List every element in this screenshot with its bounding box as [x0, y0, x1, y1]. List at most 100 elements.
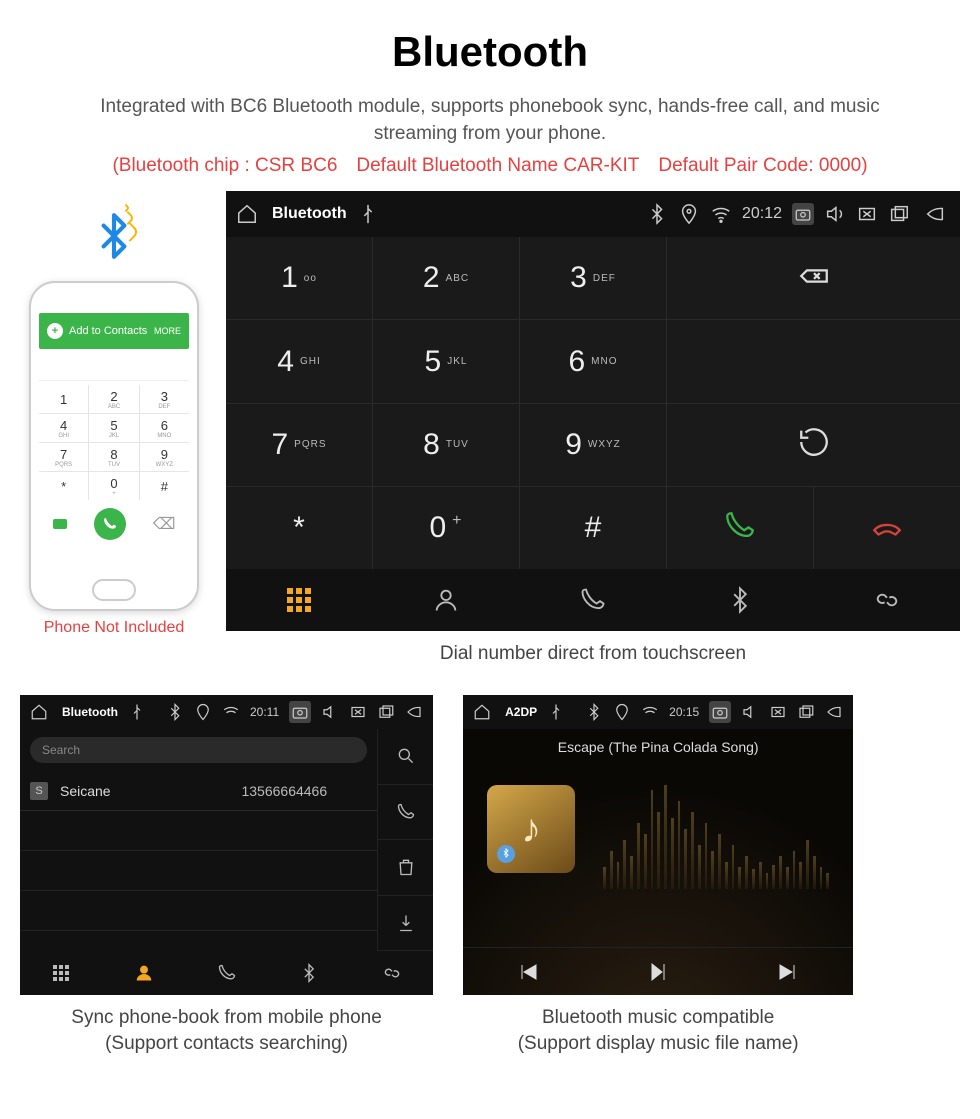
- contact-initial: S: [30, 782, 48, 800]
- phone-mockup: + Add to Contacts MORE 12ABC3DEF4GHI5JKL…: [29, 281, 199, 611]
- back-icon[interactable]: [920, 203, 950, 225]
- bottom-nav: [20, 951, 433, 995]
- dial-key-8[interactable]: 8TUV: [373, 404, 519, 486]
- contact-row: [20, 891, 377, 931]
- screenshot-icon[interactable]: [289, 701, 311, 723]
- statusbar-music: A2DP 20:15: [463, 695, 853, 729]
- dial-key-*[interactable]: *: [226, 487, 372, 569]
- dial-key-0[interactable]: 0+: [373, 487, 519, 569]
- phone-number-display: [39, 353, 189, 381]
- home-button-icon: [92, 579, 136, 601]
- home-icon[interactable]: [30, 703, 48, 721]
- location-icon: [678, 203, 700, 225]
- play-pause-button[interactable]: [593, 948, 723, 995]
- mini-key: 5JKL: [89, 414, 138, 442]
- mini-key: 4GHI: [39, 414, 88, 442]
- dialer-device: Bluetooth 20:12 1oo2ABC3DEF 4GHI5JKL6MNO 7…: [226, 191, 960, 631]
- statusbar-contacts: Bluetooth 20:11: [20, 695, 433, 729]
- screenshot-icon[interactable]: [792, 203, 814, 225]
- nav-contacts[interactable]: [373, 569, 519, 631]
- call-button[interactable]: [378, 785, 433, 841]
- dial-key-#[interactable]: #: [520, 487, 666, 569]
- mini-key: 6MNO: [140, 414, 189, 442]
- nav-contacts[interactable]: [103, 951, 185, 995]
- wifi-icon: [710, 203, 732, 225]
- nav-recent-calls[interactable]: [520, 569, 666, 631]
- nav-bluetooth[interactable]: [268, 951, 350, 995]
- prev-button[interactable]: [463, 948, 593, 995]
- nav-bluetooth[interactable]: [667, 569, 813, 631]
- redial-button[interactable]: [667, 404, 960, 486]
- dialer-caption: Dial number direct from touchscreen: [226, 643, 960, 665]
- call-icon: [94, 508, 126, 540]
- bluetooth-status-icon: [166, 703, 184, 721]
- add-contact-label: Add to Contacts: [69, 325, 147, 337]
- mini-key: *: [39, 472, 88, 500]
- recent-icon[interactable]: [797, 703, 815, 721]
- next-button[interactable]: [723, 948, 853, 995]
- wifi-icon: [222, 703, 240, 721]
- recent-icon[interactable]: [888, 203, 910, 225]
- more-label: MORE: [154, 326, 181, 336]
- bluetooth-icon: [89, 211, 139, 273]
- app-name: A2DP: [505, 705, 537, 719]
- song-title: Escape (The Pina Colada Song): [558, 739, 759, 755]
- contacts-device: Bluetooth 20:11 Search S Seicane: [20, 695, 433, 995]
- clock: 20:12: [742, 205, 782, 223]
- search-input[interactable]: Search: [30, 737, 367, 763]
- close-icon[interactable]: [349, 703, 367, 721]
- nav-pair[interactable]: [814, 569, 960, 631]
- phone-note: Phone Not Included: [44, 619, 185, 637]
- statusbar-dialer: Bluetooth 20:12: [226, 191, 960, 237]
- volume-icon[interactable]: [321, 703, 339, 721]
- clock: 20:15: [669, 705, 699, 719]
- screenshot-icon[interactable]: [709, 701, 731, 723]
- delete-button[interactable]: [378, 840, 433, 896]
- usb-icon: [128, 703, 146, 721]
- search-button[interactable]: [378, 729, 433, 785]
- contact-number: 13566664466: [241, 783, 327, 799]
- download-button[interactable]: [378, 896, 433, 952]
- location-icon: [194, 703, 212, 721]
- videocall-icon: [53, 519, 67, 529]
- dial-key-7[interactable]: 7PQRS: [226, 404, 372, 486]
- spec-line: (Bluetooth chip : CSR BC6 Default Blueto…: [0, 155, 980, 177]
- dial-key-6[interactable]: 6MNO: [520, 320, 666, 402]
- app-name: Bluetooth: [62, 705, 118, 719]
- volume-icon[interactable]: [741, 703, 759, 721]
- volume-icon[interactable]: [824, 203, 846, 225]
- back-icon[interactable]: [825, 703, 843, 721]
- back-icon[interactable]: [405, 703, 423, 721]
- home-icon[interactable]: [473, 703, 491, 721]
- nav-pair[interactable]: [351, 951, 433, 995]
- contact-row: [20, 811, 377, 851]
- nav-recent-calls[interactable]: [186, 951, 268, 995]
- dial-key-2[interactable]: 2ABC: [373, 237, 519, 319]
- bluetooth-status-icon: [646, 203, 668, 225]
- music-device: A2DP 20:15 Escape (The Pina Colada Song)…: [463, 695, 853, 995]
- mini-key: #: [140, 472, 189, 500]
- dial-key-4[interactable]: 4GHI: [226, 320, 372, 402]
- home-icon[interactable]: [236, 203, 258, 225]
- music-note-icon: ♪: [521, 807, 541, 852]
- dial-key-1[interactable]: 1oo: [226, 237, 372, 319]
- wifi-icon: [641, 703, 659, 721]
- contact-row: [20, 851, 377, 891]
- dial-key-5[interactable]: 5JKL: [373, 320, 519, 402]
- dial-key-9[interactable]: 9WXYZ: [520, 404, 666, 486]
- dial-key-3[interactable]: 3DEF: [520, 237, 666, 319]
- recent-icon[interactable]: [377, 703, 395, 721]
- nav-keypad[interactable]: [226, 569, 372, 631]
- nav-keypad[interactable]: [20, 951, 102, 995]
- equalizer: [603, 779, 829, 889]
- call-button[interactable]: [667, 487, 813, 569]
- hangup-button[interactable]: [814, 487, 960, 569]
- add-contact-bar: + Add to Contacts MORE: [39, 313, 189, 349]
- phone-keypad: 12ABC3DEF4GHI5JKL6MNO7PQRS8TUV9WXYZ*0+#: [39, 385, 189, 500]
- close-icon[interactable]: [856, 203, 878, 225]
- location-icon: [613, 703, 631, 721]
- close-icon[interactable]: [769, 703, 787, 721]
- mini-key: 8TUV: [89, 443, 138, 471]
- contact-row[interactable]: S Seicane 13566664466: [20, 771, 377, 811]
- backspace-button[interactable]: [667, 237, 960, 319]
